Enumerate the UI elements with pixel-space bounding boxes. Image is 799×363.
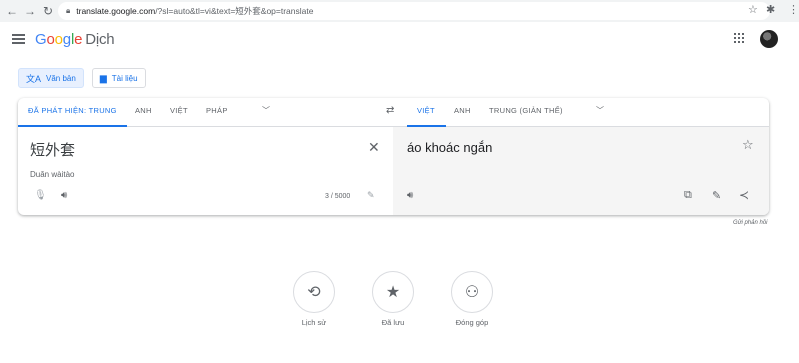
address-bar[interactable]: 🔒︎ translate.google.com/?sl=auto&tl=vi&t… [58,2,770,20]
bookmark-star-icon[interactable]: ☆ [748,3,758,16]
pencil-icon: ✎ [367,190,375,200]
forward-icon[interactable]: → [21,4,39,18]
translation-output: áo khoác ngắn [407,140,493,155]
source-lang-tab-viet[interactable]: VIỆT [170,106,188,115]
source-panel: 短外套 ✕ Duǎn wàitào 🎙︎ 🔊︎ 3 / 5000 ✎ [18,127,393,215]
share-icon[interactable]: ≺ [739,188,749,202]
avatar[interactable] [760,30,778,48]
speaker-icon[interactable]: 🔊︎ [61,190,67,201]
translate-icon: 文A [26,73,42,84]
character-count: 3 / 5000 [325,193,351,200]
edit-icon[interactable]: ✎ [712,189,721,202]
extensions-icon[interactable]: ✱ [766,3,775,16]
chevron-down-icon[interactable]: ﹀ [596,105,604,116]
url-path: /?sl=auto&tl=vi&text=短外套&op=translate [155,6,314,16]
source-lang-tab-phap[interactable]: PHÁP [206,106,228,115]
target-lang-tab-trung[interactable]: TRUNG (GIẢN THỂ) [489,106,563,115]
reload-icon[interactable]: ↻ [39,4,57,18]
mode-selector: 文A Văn bản ▆ Tài liệu [18,68,146,88]
app-header: Google Dịch [0,22,799,62]
feedback-link[interactable]: Gửi phản hồi [733,220,768,226]
star-icon[interactable]: ☆ [742,137,754,153]
star-icon: ★ [372,271,414,313]
main-menu-icon[interactable] [12,34,25,44]
source-text-input[interactable]: 短外套 [30,139,75,160]
document-mode-button[interactable]: ▆ Tài liệu [91,68,146,88]
target-panel: áo khoác ngắn ☆ 🔊︎ ⧉ ✎ ≺ [393,127,769,215]
chevron-down-icon[interactable]: ﹀ [262,105,270,116]
source-lang-detected-tab[interactable]: ĐÃ PHÁT HIỆN: TRUNG [28,106,117,115]
target-lang-tab-viet[interactable]: VIỆT [417,106,435,115]
google-apps-icon[interactable] [734,33,744,43]
source-lang-tab-anh[interactable]: ANH [135,106,152,115]
copy-icon[interactable]: ⧉ [684,189,692,202]
contribute-button[interactable]: ⚇ Đóng góp [442,271,502,327]
menu-icon[interactable]: ⋮ [788,3,799,16]
text-mode-button[interactable]: 文A Văn bản [18,68,84,88]
transliteration: Duǎn wàitào [30,170,75,179]
contribute-icon: ⚇ [451,271,493,313]
google-translate-logo[interactable]: Google Dịch [35,31,115,48]
close-icon[interactable]: ✕ [368,139,380,156]
swap-languages-icon[interactable]: ⇄ [386,105,394,116]
history-button[interactable]: ⟲ Lịch sử [284,271,344,327]
back-icon[interactable]: ← [3,4,21,18]
speaker-icon[interactable]: 🔊︎ [407,190,413,201]
target-lang-tab-anh[interactable]: ANH [454,106,471,115]
language-bar: ĐÃ PHÁT HIỆN: TRUNG ANH VIỆT PHÁP ﹀ ⇄ VI… [18,98,769,127]
document-icon: ▆ [99,72,107,83]
microphone-icon[interactable]: 🎙︎ [34,190,47,201]
translation-card: ĐÃ PHÁT HIỆN: TRUNG ANH VIỆT PHÁP ﹀ ⇄ VI… [18,98,769,215]
lock-icon: 🔒︎ [66,6,71,15]
saved-button[interactable]: ★ Đã lưu [363,271,423,327]
product-name: Dịch [85,31,115,48]
history-icon: ⟲ [293,271,335,313]
url-host: translate.google.com [76,6,156,16]
